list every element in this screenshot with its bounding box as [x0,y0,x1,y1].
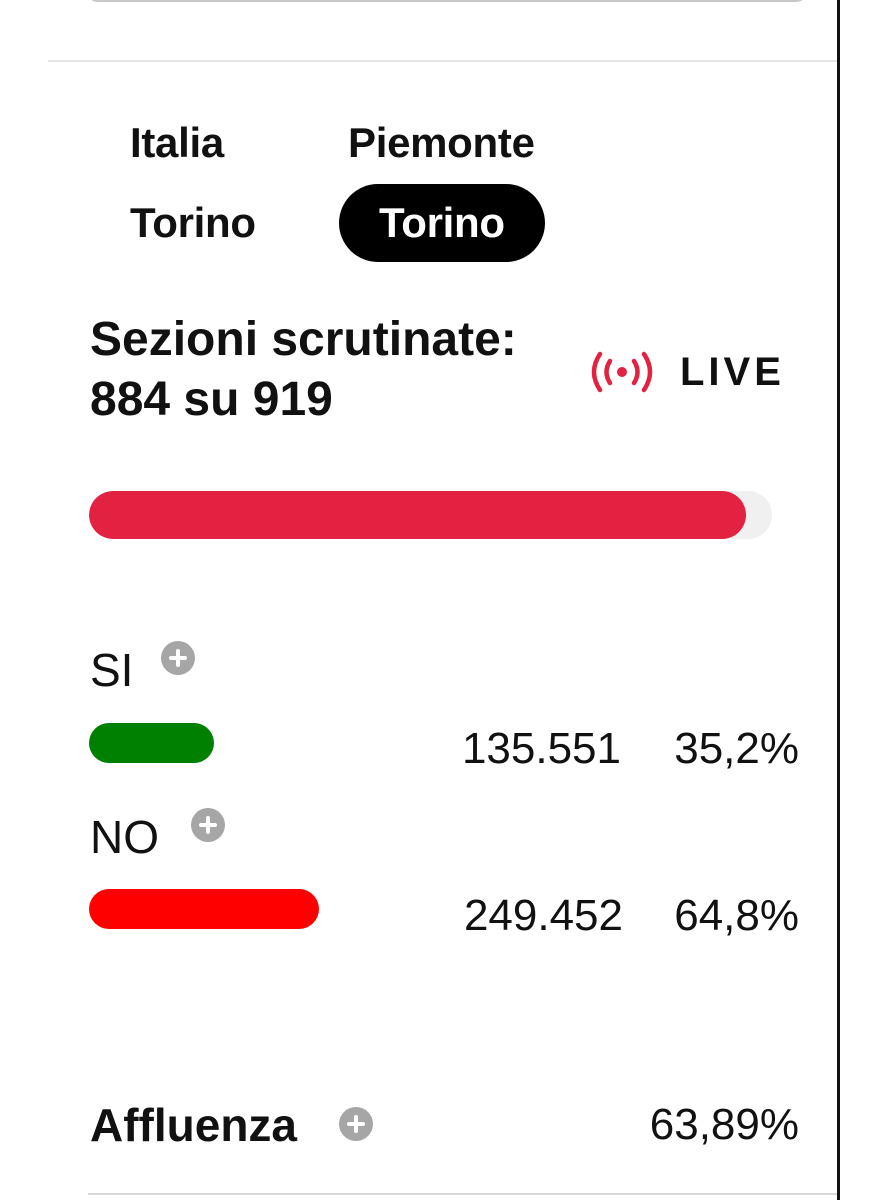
option-no-label: NO [90,811,159,863]
sections-progress-fill [89,491,747,539]
tab-torino-provincia[interactable]: Torino [130,184,256,262]
section-divider [48,60,837,62]
tab-piemonte[interactable]: Piemonte [348,104,535,182]
live-indicator: LIVE [586,342,785,402]
turnout-value: 63,89% [649,1100,799,1149]
sections-progress-bar [89,491,772,539]
sections-counted-value: 884 su 919 [90,373,333,426]
option-si-label: SI [90,644,134,696]
expand-si-plus-icon[interactable] [161,641,195,675]
sections-counted-heading: Sezioni scrutinate: 884 su 919 [90,310,517,430]
panel-right-border [837,0,840,1200]
sections-counted-label: Sezioni scrutinate: [90,313,517,366]
section-divider-bottom [88,1193,837,1195]
option-no-bar [89,889,319,929]
option-si-votes: 135.551 [461,724,621,773]
live-broadcast-icon [591,351,653,393]
option-no-votes: 249.452 [463,891,623,940]
tab-torino-comune[interactable]: Torino [339,184,545,262]
option-no-percent: 64,8% [674,891,799,940]
expand-no-plus-icon[interactable] [191,808,225,842]
tab-italia[interactable]: Italia [130,104,224,182]
expand-turnout-plus-icon[interactable] [339,1107,373,1141]
turnout-label: Affluenza [90,1099,297,1151]
previous-card-edge [86,0,808,2]
option-si-percent: 35,2% [674,724,799,773]
option-si-bar [89,723,214,763]
live-label: LIVE [680,349,785,394]
